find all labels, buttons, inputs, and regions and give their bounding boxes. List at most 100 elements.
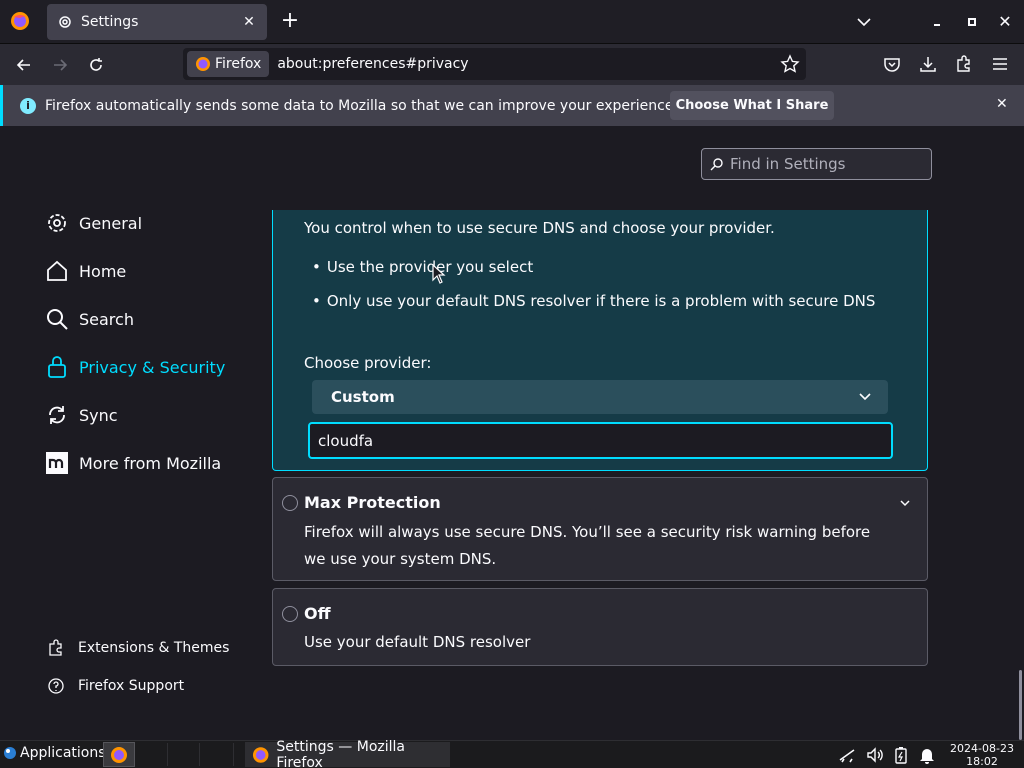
forward-button[interactable] (48, 53, 72, 77)
list-all-tabs-chevron-icon[interactable] (852, 10, 876, 34)
category-label: Home (79, 261, 127, 281)
dns-max-protection-panel[interactable]: Max Protection Firefox will always use s… (272, 477, 928, 581)
clock[interactable]: 2024-08-23 18:02 (944, 742, 1020, 768)
new-tab-button[interactable]: + (278, 10, 302, 34)
category-privacy[interactable]: Privacy & Security (45, 353, 225, 381)
category-label: General (79, 213, 143, 233)
reload-button[interactable] (84, 53, 108, 77)
taskbar-firefox-launcher[interactable] (103, 742, 135, 767)
maximize-icon[interactable] (964, 14, 980, 30)
tab-strip: Settings ✕ + ✕ (0, 0, 1024, 44)
extensions-icon[interactable] (954, 54, 974, 74)
firefox-icon (111, 746, 127, 763)
firefox-support-label: Firefox Support (78, 678, 185, 694)
category-label: Privacy & Security (79, 357, 226, 377)
category-general[interactable]: General (45, 209, 142, 237)
battery-icon[interactable] (892, 746, 910, 764)
category-label: Sync (79, 405, 118, 425)
provider-select[interactable]: Custom (312, 380, 888, 414)
info-icon: i (20, 97, 36, 114)
mozilla-icon (46, 452, 68, 474)
provider-select-value: Custom (331, 388, 395, 406)
back-button[interactable] (12, 53, 36, 77)
pocket-icon[interactable] (882, 54, 902, 74)
off-description: Use your default DNS resolver (304, 633, 531, 651)
mouse-cursor-icon (432, 264, 446, 284)
extensions-themes-link[interactable]: Extensions & Themes (47, 638, 229, 658)
nav-bar: Firefox about:preferences#privacy (0, 44, 1024, 85)
help-icon (48, 678, 64, 694)
clock-date: 2024-08-23 (950, 742, 1014, 755)
dns-increased-description: You control when to use secure DNS and c… (304, 219, 775, 237)
clock-time: 18:02 (966, 755, 998, 768)
reload-icon (90, 58, 102, 71)
tab-title: Settings (81, 14, 139, 30)
taskbar-window-title: Settings — Mozilla Firefox (276, 738, 405, 768)
preferences-content: General Home Search Privacy & Security S… (0, 126, 1024, 740)
workspace-3[interactable] (204, 743, 234, 766)
downloads-icon[interactable] (918, 54, 938, 74)
dns-increased-bullets: Use the provider you select Only use you… (312, 258, 876, 326)
firefox-support-link[interactable]: Firefox Support (47, 676, 184, 696)
chevron-down-icon[interactable] (899, 497, 911, 509)
gear-icon (48, 214, 66, 232)
tab-settings[interactable]: Settings ✕ (47, 4, 267, 40)
max-protection-radio[interactable] (282, 495, 298, 511)
category-home[interactable]: Home (45, 257, 126, 285)
dns-increased-protection-panel: You control when to use secure DNS and c… (272, 210, 928, 471)
workspace-2[interactable] (170, 743, 200, 766)
dns-off-panel[interactable]: Off Use your default DNS resolver (272, 588, 928, 666)
minimize-icon[interactable] (930, 14, 944, 30)
scrollbar-thumb[interactable] (1019, 670, 1022, 740)
notification-bell-icon[interactable] (918, 746, 936, 764)
choose-what-i-share-button[interactable]: Choose What I Share (670, 91, 834, 120)
url-text[interactable]: about:preferences#privacy (277, 56, 780, 72)
max-protection-description: Firefox will always use secure DNS. You’… (304, 523, 871, 568)
find-in-settings[interactable] (701, 148, 932, 180)
url-bar[interactable]: Firefox about:preferences#privacy (183, 48, 806, 80)
volume-icon[interactable] (866, 746, 884, 764)
category-sync[interactable]: Sync (45, 401, 118, 429)
bookmark-star-icon[interactable] (780, 54, 800, 74)
notification-bar: i Firefox automatically sends some data … (0, 85, 1024, 126)
choose-provider-label: Choose provider: (304, 354, 432, 372)
category-search[interactable]: Search (45, 305, 134, 333)
search-icon (47, 309, 68, 330)
list-item: Only use your default DNS resolver if th… (312, 292, 876, 310)
chevron-down-icon (859, 393, 871, 401)
lock-icon (48, 356, 66, 378)
firefox-logo-icon[interactable] (10, 11, 30, 31)
firefox-icon (252, 746, 269, 763)
gear-icon (59, 16, 71, 28)
notification-text: Firefox automatically sends some data to… (45, 97, 678, 114)
list-item: Use the provider you select (312, 258, 875, 276)
taskbar-window-firefox[interactable]: Settings — Mozilla Firefox (245, 738, 450, 768)
extensions-themes-label: Extensions & Themes (78, 640, 230, 656)
notification-close-icon[interactable]: ✕ (996, 96, 1008, 112)
off-radio[interactable] (282, 606, 298, 622)
category-label: Search (79, 309, 134, 329)
network-icon[interactable] (838, 746, 856, 764)
off-title: Off (304, 604, 331, 623)
applications-label: Applications (20, 745, 106, 761)
forward-arrow-icon (54, 59, 68, 71)
xfce-mouse-icon (4, 747, 16, 759)
category-label: More from Mozilla (79, 453, 222, 473)
hamburger-menu-icon[interactable] (990, 54, 1010, 74)
firefox-icon (196, 57, 210, 71)
taskbar: Applications Settings — Mozilla Firefox … (0, 738, 1024, 768)
home-icon (47, 260, 67, 281)
back-arrow-icon (16, 59, 30, 71)
search-icon (710, 158, 723, 171)
custom-provider-input[interactable] (308, 422, 893, 459)
identity-box[interactable]: Firefox (187, 51, 270, 77)
sync-icon (49, 406, 65, 424)
max-protection-title: Max Protection (304, 493, 441, 512)
category-more-from-mozilla[interactable]: More from Mozilla (45, 449, 221, 477)
window-close-icon[interactable]: ✕ (996, 12, 1014, 31)
find-in-settings-input[interactable] (730, 155, 920, 173)
tab-close-icon[interactable]: ✕ (241, 14, 257, 30)
identity-label: Firefox (215, 56, 262, 72)
workspace-1[interactable] (138, 743, 168, 766)
applications-menu[interactable]: Applications (3, 745, 106, 761)
